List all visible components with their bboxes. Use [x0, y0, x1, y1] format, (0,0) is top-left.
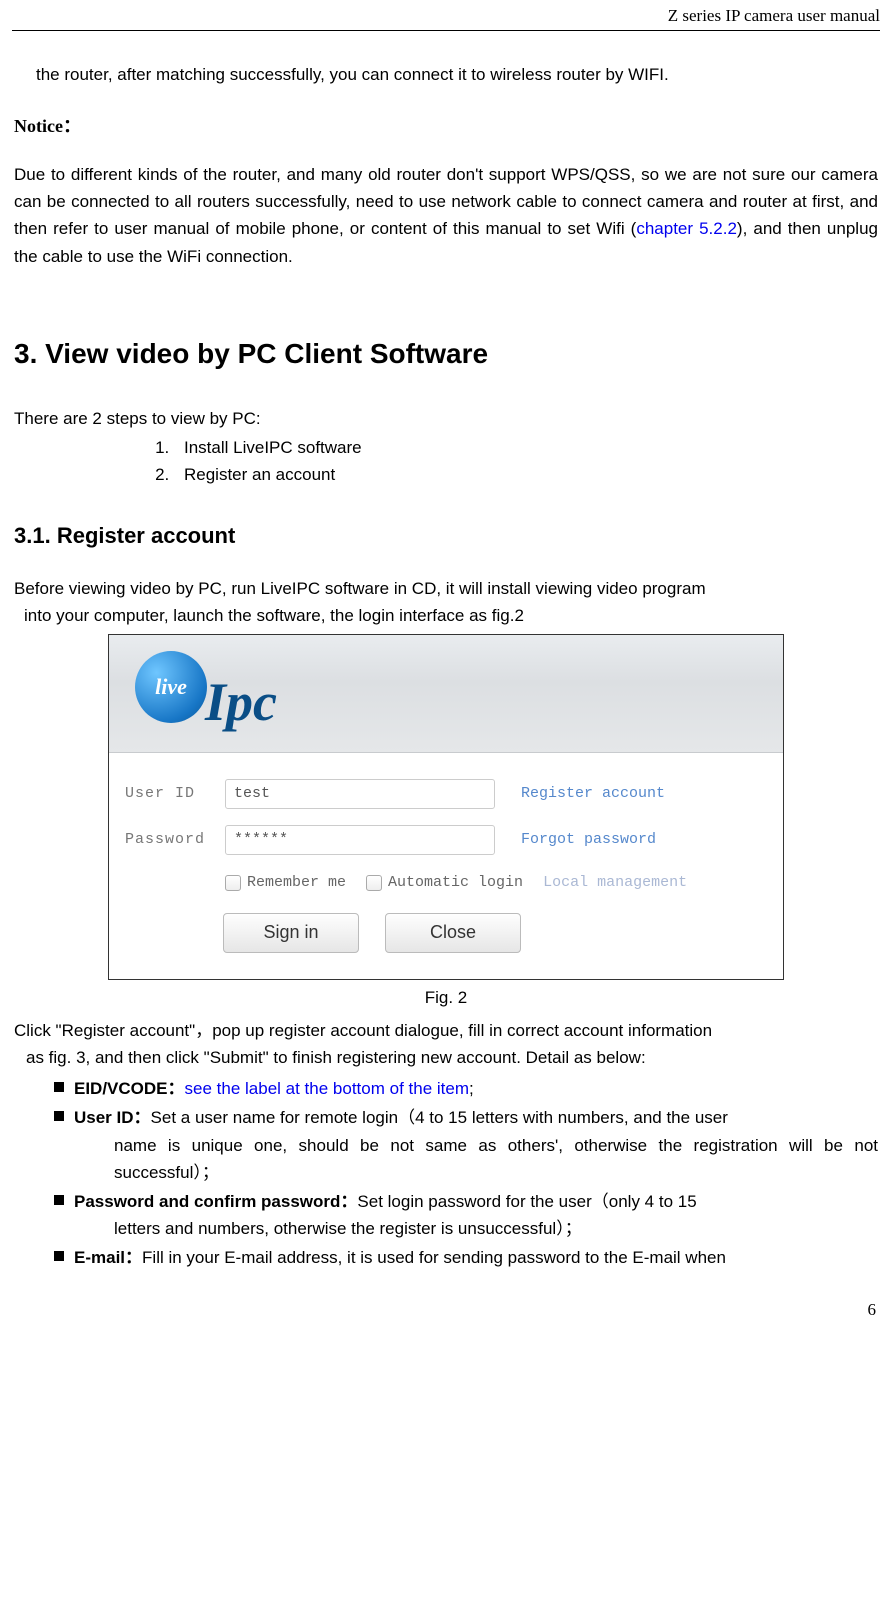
header-title: Z series IP camera user manual: [668, 6, 880, 25]
page-header: Z series IP camera user manual: [12, 0, 880, 31]
pwd-text-b: letters and numbers, otherwise the regis…: [74, 1215, 878, 1242]
login-form: User ID Register account Password Forgot…: [109, 753, 783, 979]
userid-text-b: name is unique one, should be not same a…: [74, 1132, 878, 1186]
remember-checkbox[interactable]: [225, 875, 241, 891]
chapter-link[interactable]: chapter 5.2.2: [636, 219, 737, 238]
section-3-1-num: 3.1.: [14, 523, 51, 548]
user-id-input[interactable]: [225, 779, 495, 809]
remember-label: Remember me: [247, 871, 346, 895]
after-a: Click "Register account"，pop up register…: [14, 1021, 712, 1040]
section-3-title: View video by PC Client Software: [45, 338, 488, 369]
steps-list: Install LiveIPC software Register an acc…: [14, 434, 878, 488]
notice-label: Notice：: [14, 112, 878, 141]
logo-live-text: live: [155, 669, 187, 704]
figure-2-caption: Fig. 2: [14, 984, 878, 1011]
password-label: Password: [125, 828, 225, 852]
bullet-password: Password and confirm password：Set login …: [54, 1188, 878, 1242]
pwd-text-a: Set login password for the user（only 4 t…: [357, 1192, 696, 1211]
before-figure-paragraph: Before viewing video by PC, run LiveIPC …: [14, 575, 878, 629]
pwd-label: Password and confirm password：: [74, 1192, 357, 1211]
after-b: as fig. 3, and then click "Submit" to fi…: [14, 1044, 878, 1071]
intro-paragraph: the router, after matching successfully,…: [14, 61, 878, 88]
logo-ipc-text: Ipc: [205, 659, 277, 745]
figure-2-wrap: live Ipc User ID Register account Passwo…: [14, 634, 878, 980]
section-3-heading: 3. View video by PC Client Software: [14, 332, 878, 377]
sign-in-button[interactable]: Sign in: [223, 913, 359, 953]
bullet-eid: EID/VCODE：see the label at the bottom of…: [54, 1075, 878, 1102]
password-input[interactable]: [225, 825, 495, 855]
steps-intro: There are 2 steps to view by PC:: [14, 405, 878, 432]
email-label: E-mail：: [74, 1248, 142, 1267]
options-row: Remember me Automatic login Local manage…: [125, 871, 767, 895]
userid-text-a: Set a user name for remote login（4 to 15…: [151, 1108, 728, 1127]
bullet-email: E-mail：Fill in your E-mail address, it i…: [54, 1244, 878, 1271]
notice-body: Due to different kinds of the router, an…: [14, 161, 878, 270]
liveipc-logo: live Ipc: [127, 645, 317, 725]
before-b: into your computer, launch the software,…: [14, 602, 878, 629]
close-button[interactable]: Close: [385, 913, 521, 953]
page-content: the router, after matching successfully,…: [12, 61, 880, 1323]
register-account-link[interactable]: Register account: [521, 782, 665, 806]
local-management-link[interactable]: Local management: [543, 871, 687, 895]
login-dialog-header: live Ipc: [109, 635, 783, 753]
auto-login-checkbox[interactable]: [366, 875, 382, 891]
userid-label: User ID：: [74, 1108, 151, 1127]
step-2: Register an account: [174, 461, 878, 488]
auto-login-label: Automatic login: [388, 871, 523, 895]
detail-list: EID/VCODE：see the label at the bottom of…: [14, 1075, 878, 1271]
section-3-1-heading: 3.1. Register account: [14, 518, 878, 553]
step-1: Install LiveIPC software: [174, 434, 878, 461]
forgot-password-link[interactable]: Forgot password: [521, 828, 656, 852]
user-row: User ID Register account: [125, 779, 767, 809]
eid-label: EID/VCODE：: [74, 1079, 185, 1098]
bullet-userid: User ID：Set a user name for remote login…: [54, 1104, 878, 1186]
login-dialog: live Ipc User ID Register account Passwo…: [108, 634, 784, 980]
eid-link[interactable]: see the label at the bottom of the item: [185, 1079, 469, 1098]
user-id-label: User ID: [125, 782, 225, 806]
logo-badge-icon: live: [135, 651, 207, 723]
section-3-num: 3.: [14, 338, 37, 369]
section-3-1-title: Register account: [57, 523, 236, 548]
eid-post: ;: [469, 1079, 474, 1098]
after-figure-paragraph: Click "Register account"，pop up register…: [14, 1017, 878, 1071]
page-number: 6: [14, 1296, 878, 1323]
before-a: Before viewing video by PC, run LiveIPC …: [14, 579, 706, 598]
button-row: Sign in Close: [125, 913, 767, 953]
email-text: Fill in your E-mail address, it is used …: [142, 1248, 726, 1267]
password-row: Password Forgot password: [125, 825, 767, 855]
